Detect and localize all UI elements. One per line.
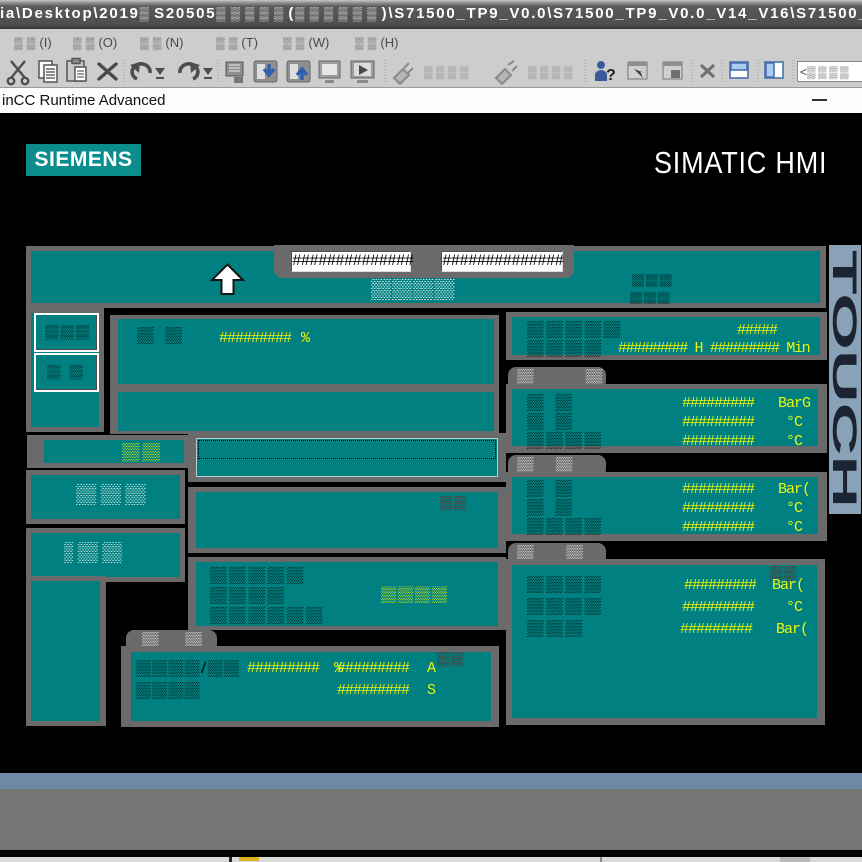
- svg-text:?: ?: [606, 67, 616, 84]
- svg-text:TOUCH: TOUCH: [829, 250, 861, 508]
